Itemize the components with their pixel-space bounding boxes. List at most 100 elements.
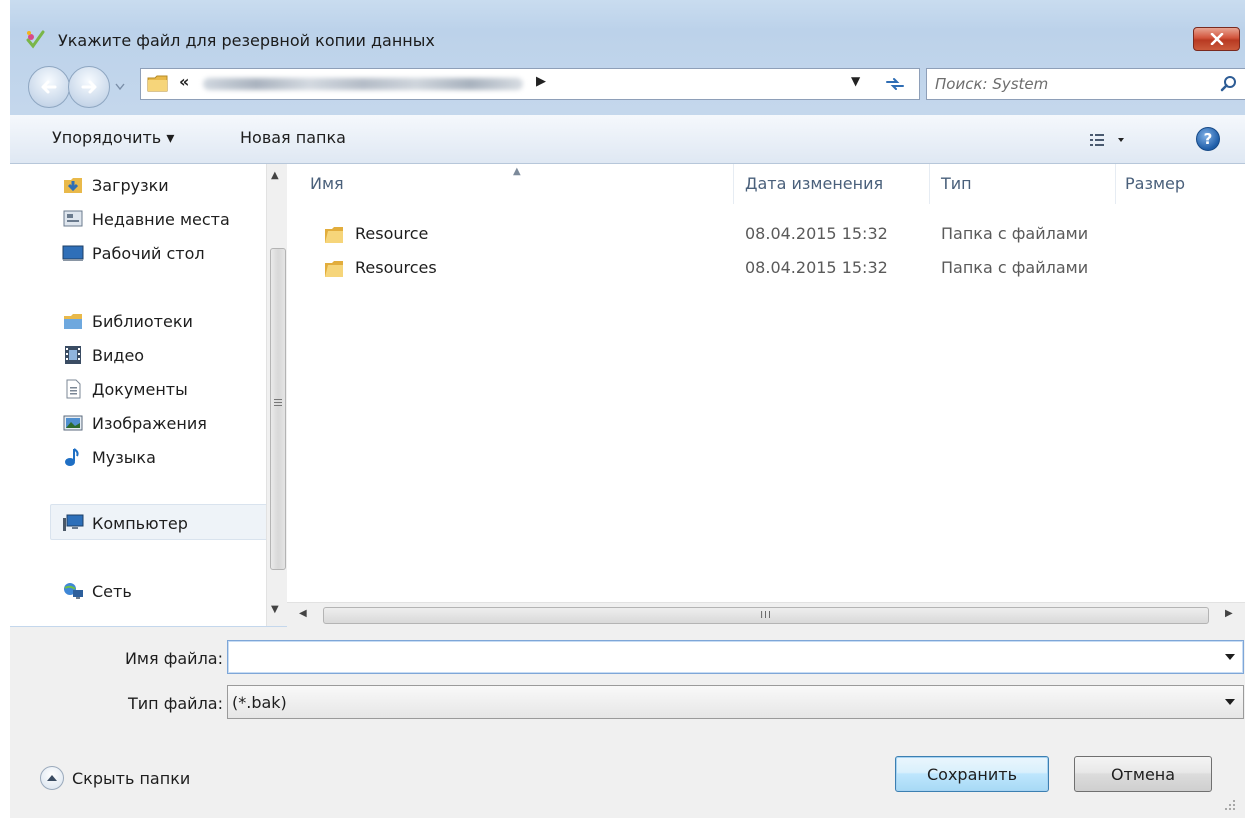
window-title: Укажите файл для резервной копии данных: [58, 31, 435, 50]
sidebar-item-network[interactable]: Сеть: [62, 578, 132, 604]
save-file-dialog: Укажите файл для резервной копии данных …: [10, 0, 1245, 818]
filetype-value: (*.bak): [232, 693, 287, 712]
breadcrumb-arrow-icon[interactable]: ▶: [536, 74, 546, 89]
table-row[interactable]: Resources 08.04.2015 15:32 Папка с файла…: [287, 252, 1245, 286]
sidebar-item-desktop[interactable]: Рабочий стол: [62, 240, 205, 266]
close-button[interactable]: [1193, 27, 1240, 51]
breadcrumb-path-redacted[interactable]: [203, 78, 523, 90]
sidebar-item-pictures[interactable]: Изображения: [62, 410, 207, 436]
filename-label: Имя файла:: [124, 649, 223, 668]
filetype-select[interactable]: (*.bak): [227, 685, 1244, 719]
sidebar-item-documents[interactable]: Документы: [62, 376, 188, 402]
sidebar-item-label: Видео: [92, 345, 145, 365]
filetype-label: Тип файла:: [127, 694, 223, 713]
folder-icon: [323, 224, 345, 250]
scroll-down-icon[interactable]: ▼: [271, 604, 279, 615]
scrollbar-thumb[interactable]: [270, 248, 286, 570]
sidebar-item-label: Недавние места: [92, 209, 230, 229]
address-history-dropdown[interactable]: ▼: [851, 74, 860, 88]
new-folder-button[interactable]: Новая папка: [240, 128, 346, 147]
scroll-grip: III: [760, 610, 772, 621]
scroll-left-icon[interactable]: ◀: [299, 608, 307, 619]
save-button[interactable]: Сохранить: [895, 756, 1049, 792]
sidebar-item-label: Документы: [92, 379, 188, 399]
computer-icon: [62, 512, 84, 534]
sidebar-item-libraries[interactable]: Библиотеки: [62, 308, 193, 334]
resize-grip[interactable]: [1222, 796, 1236, 810]
file-name: Resources: [355, 258, 437, 277]
change-view-button[interactable]: [1088, 129, 1148, 151]
sort-ascending-icon: ▲: [513, 166, 521, 177]
hide-folders-label: Скрыть папки: [72, 768, 191, 788]
hide-folders-button[interactable]: Скрыть папки: [40, 766, 190, 790]
column-divider[interactable]: [733, 164, 734, 204]
documents-icon: [62, 378, 84, 400]
recent-pages-dropdown[interactable]: [113, 76, 127, 96]
scrollbar-thumb[interactable]: III: [323, 607, 1209, 624]
search-input[interactable]: [935, 73, 1205, 95]
scroll-up-icon[interactable]: ▲: [271, 170, 279, 181]
chevron-down-icon[interactable]: [1225, 699, 1235, 705]
column-header-size[interactable]: Размер: [1125, 174, 1185, 193]
scroll-right-icon[interactable]: ▶: [1225, 608, 1233, 619]
sidebar-item-label: Сеть: [92, 581, 132, 601]
file-date: 08.04.2015 15:32: [745, 224, 888, 243]
column-header-date[interactable]: Дата изменения: [745, 174, 883, 193]
navigation-pane: Загрузки Недавние места Рабочий стол Биб…: [10, 164, 266, 626]
help-icon[interactable]: ?: [1196, 127, 1220, 151]
cancel-button[interactable]: Отмена: [1074, 756, 1212, 792]
music-icon: [62, 446, 84, 468]
navigation-pane-scrollbar[interactable]: ▲ ▼: [266, 164, 287, 626]
sidebar-item-label: Музыка: [92, 447, 156, 467]
file-list: ▲ Имя Дата изменения Тип Размер Resource…: [287, 164, 1245, 602]
file-type: Папка с файлами: [941, 258, 1089, 277]
search-box[interactable]: [926, 68, 1245, 100]
sidebar-item-video[interactable]: Видео: [62, 342, 144, 368]
file-name: Resource: [355, 224, 429, 243]
view-details-icon: [1090, 134, 1124, 146]
forward-arrow-icon: [81, 80, 97, 94]
recent-places-icon: [62, 208, 84, 230]
breadcrumb-overflow[interactable]: «: [179, 72, 189, 91]
libraries-icon: [62, 310, 84, 332]
pictures-icon: [62, 412, 84, 434]
network-icon: [62, 580, 84, 602]
sidebar-item-label: Компьютер: [92, 513, 188, 533]
column-divider[interactable]: [1115, 164, 1116, 204]
search-icon[interactable]: [1220, 75, 1238, 93]
sidebar-item-computer[interactable]: Компьютер: [62, 510, 188, 536]
sidebar-item-music[interactable]: Музыка: [62, 444, 156, 470]
filename-field[interactable]: [234, 646, 1194, 668]
column-divider[interactable]: [929, 164, 930, 204]
back-button[interactable]: [28, 66, 70, 108]
chevron-down-icon: [115, 83, 125, 91]
desktop-icon: [62, 242, 84, 264]
sidebar-item-downloads[interactable]: Загрузки: [62, 172, 169, 198]
sidebar-item-label: Рабочий стол: [92, 243, 205, 263]
column-header-type[interactable]: Тип: [941, 174, 972, 193]
close-icon: [1210, 33, 1223, 45]
folder-icon: [147, 73, 169, 97]
table-row[interactable]: Resource 08.04.2015 15:32 Папка с файлам…: [287, 218, 1245, 252]
chevron-down-icon[interactable]: [1225, 654, 1235, 660]
filename-combobox[interactable]: [227, 640, 1244, 674]
sidebar-item-label: Загрузки: [92, 175, 169, 195]
chevron-up-icon: [40, 766, 64, 790]
column-header-name[interactable]: Имя: [310, 174, 344, 193]
downloads-icon: [62, 174, 84, 196]
file-list-horizontal-scrollbar[interactable]: ◀ III ▶: [287, 602, 1245, 627]
sidebar-item-label: Библиотеки: [92, 311, 193, 331]
refresh-button[interactable]: [879, 71, 911, 97]
title-bar: Укажите файл для резервной копии данных: [10, 0, 1245, 64]
sidebar-item-label: Изображения: [92, 413, 207, 433]
address-bar[interactable]: « ▶ ▼: [140, 68, 920, 100]
video-icon: [62, 344, 84, 366]
folder-icon: [323, 258, 345, 284]
file-date: 08.04.2015 15:32: [745, 258, 888, 277]
organize-button[interactable]: Упорядочить ▾: [52, 128, 174, 147]
sidebar-item-recent-places[interactable]: Недавние места: [62, 206, 230, 232]
app-icon: [24, 28, 46, 50]
refresh-icon: [886, 78, 904, 90]
file-type: Папка с файлами: [941, 224, 1089, 243]
forward-button[interactable]: [68, 66, 110, 108]
